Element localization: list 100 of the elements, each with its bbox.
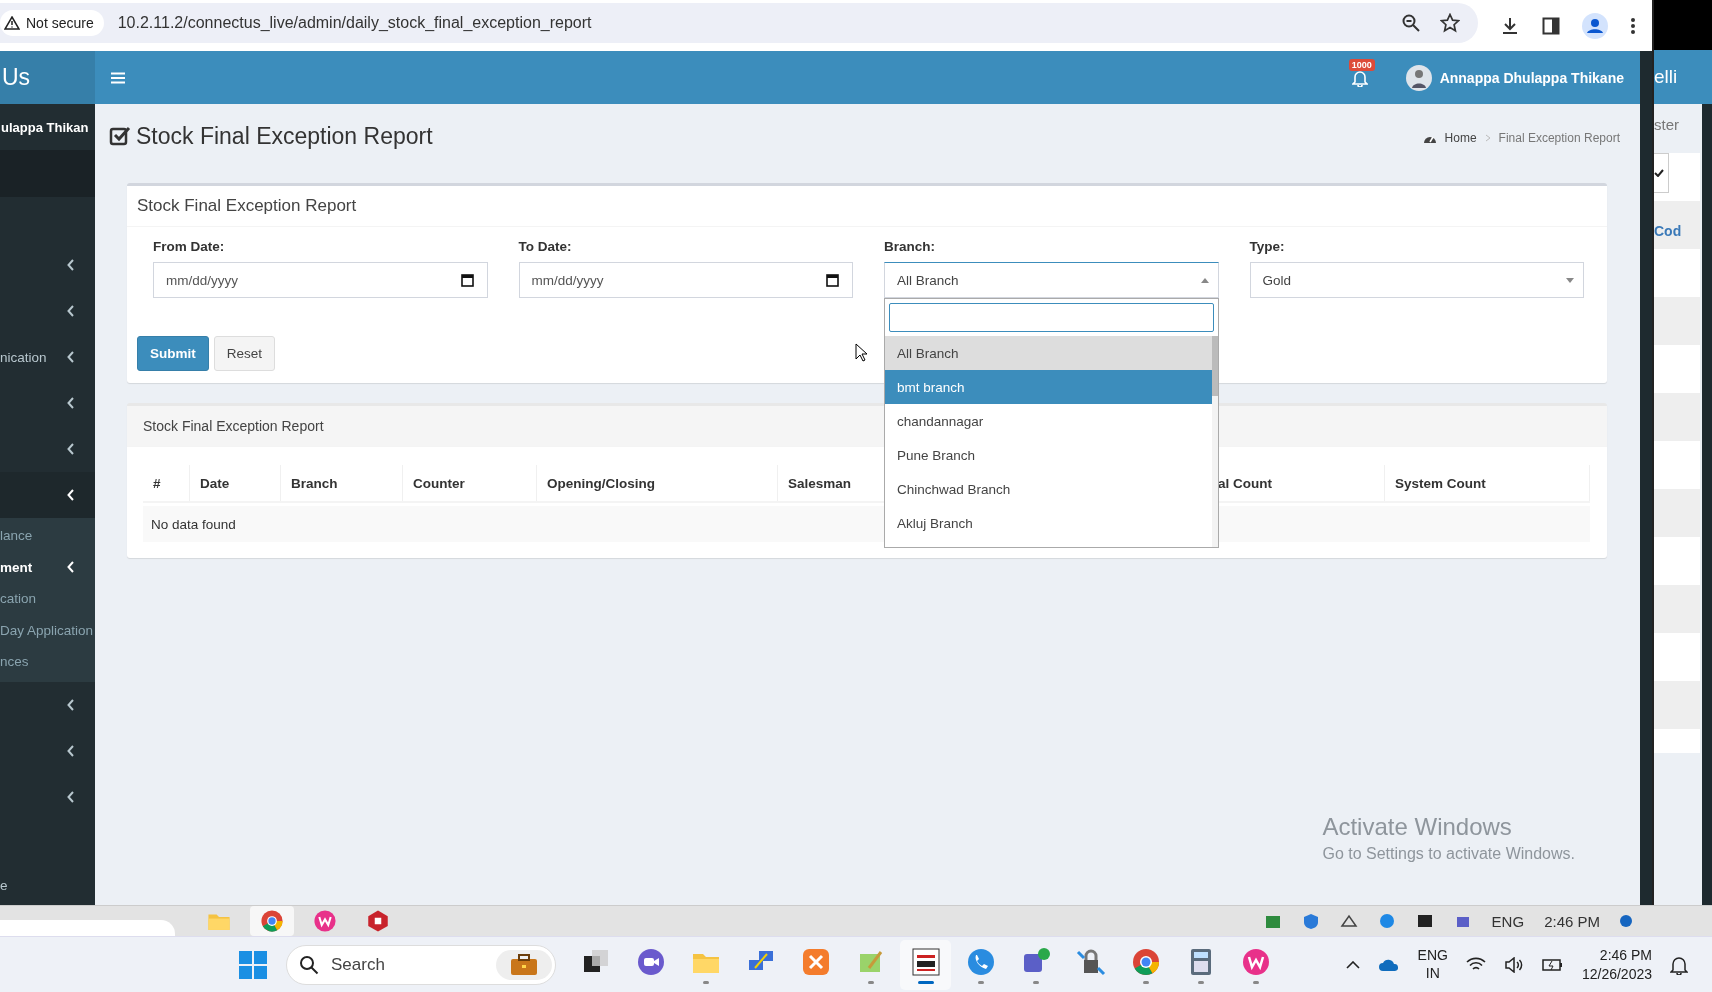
chevron-icon [67,698,75,711]
column-header: Cod [1654,223,1683,239]
chevron-icon [67,397,75,409]
submenu-item[interactable]: Day Application [0,614,95,646]
chrome-icon [259,908,285,934]
battery-icon[interactable] [1541,957,1564,972]
chevron-icon [67,489,75,501]
activation-title: Activate Windows [1322,813,1513,841]
bell-icon[interactable] [1351,68,1368,87]
language-indicator[interactable]: ENG IN [1417,947,1448,982]
volume-icon[interactable] [1503,956,1524,973]
submenu-item[interactable]: ment [0,551,95,583]
caret-icon [1200,277,1209,283]
star-icon[interactable] [1440,12,1460,33]
taskbar-button[interactable] [900,939,951,990]
clock[interactable]: 2:46 PM 12/26/2023 [1581,946,1652,983]
chevron-up-icon[interactable] [1345,960,1360,969]
security-indicator[interactable]: Not secure [0,9,104,36]
submenu-item[interactable]: cation [0,583,95,615]
shield-icon[interactable] [1301,912,1320,930]
window-header: elli [1654,50,1712,104]
column-header: Date [190,465,281,501]
page-title: Stock Final Exception Report [109,122,433,150]
dropdown-option[interactable]: bmt branch [885,370,1212,404]
vnc-icon [909,945,942,978]
briefcase-icon [510,953,538,976]
url-text: 10.2.11.2/connectus_live/admin/daily_stock_final_exception_report [117,13,593,32]
empty-message: No data found [150,516,236,532]
sidebar-item[interactable]: e [0,865,95,905]
menu-icon[interactable] [111,71,125,84]
mouse-cursor-icon [855,343,867,362]
logo[interactable]: Us [0,51,95,104]
card-title: Stock Final Exception Report [137,196,357,216]
breadcrumb-separator-icon [1484,134,1491,142]
dot-icon [1620,915,1632,927]
dropdown-option[interactable]: chandannagar [885,404,1212,438]
clock[interactable]: 2:46 PM [1544,912,1600,930]
profile-icon[interactable] [1582,12,1608,39]
more-icon[interactable] [1630,16,1636,35]
field-label: To Date: [518,239,573,254]
search-icon [299,954,319,975]
chevron-icon [67,305,75,317]
network-icon[interactable] [1339,912,1358,930]
app-icon[interactable] [1415,912,1434,930]
column-header: # [143,465,190,501]
select-field[interactable]: All Branch [884,262,1219,298]
download-icon[interactable] [1500,15,1520,36]
notification-bell-icon[interactable] [1670,954,1688,975]
avatar-icon[interactable] [1405,64,1432,91]
cloud-icon[interactable] [1377,957,1400,972]
side-panel-icon[interactable] [1542,16,1560,35]
activation-text: Go to Settings to activate Windows. [1322,845,1575,863]
submenu-item[interactable]: lance [0,520,95,552]
side-window-text: ster [1654,116,1680,133]
column-header: Branch [281,465,403,501]
dropdown-option[interactable]: Akluj Branch [885,506,1212,540]
address-bar[interactable]: Not secure 10.2.11.2/connectus_live/admin/daily_stock_final_exception_report [0,2,1478,43]
reset-button[interactable]: Reset [213,336,276,371]
select-field[interactable]: Gold [1249,262,1584,298]
field-label: From Date: [153,239,226,254]
calendar-icon[interactable] [826,273,839,287]
user-name: ulappa Thikan [0,119,89,135]
chevron-icon [67,259,75,271]
chevron-icon [67,790,75,803]
submenu-item[interactable]: nces [0,646,95,678]
column-header: Opening/Closing [537,465,778,501]
search-field[interactable] [0,920,175,936]
zoom-icon[interactable] [1402,13,1420,32]
chevron-icon [67,744,75,757]
chevron-icon [67,561,75,574]
notification-badge: 1000 [1348,58,1375,71]
scrollbar-thumb[interactable] [1211,336,1218,396]
search-field[interactable] [889,303,1214,332]
field-label: Type: [1249,239,1286,254]
sidebar-item[interactable]: nication [0,334,95,380]
dropdown-option[interactable]: All Branch [885,336,1212,370]
warning-icon [4,15,20,30]
search-field[interactable]: Search [286,944,556,985]
breadcrumb-item: Final Exception Report [1498,131,1620,145]
start-icon[interactable] [238,949,268,980]
submit-button[interactable]: Submit [137,336,209,371]
date-field[interactable]: mm/dd/yyyy [153,262,488,298]
checkbox-icon [109,125,131,147]
window-title-bar [1654,0,1712,50]
field-label: Branch: [884,239,936,254]
caret-icon [1566,277,1574,283]
language-indicator[interactable]: ENG [1491,912,1525,930]
hexagon-app-icon [365,908,391,934]
chevron-icon [67,443,75,455]
chevron-icon [67,351,75,363]
date-field[interactable]: mm/dd/yyyy [518,262,853,298]
calendar-icon[interactable] [460,273,474,287]
card-title: Stock Final Exception Report [142,418,324,434]
bluetooth-icon[interactable] [1377,912,1396,930]
column-header: Counter [403,465,537,501]
user-menu[interactable]: Annappa Dhulappa Thikane [1439,69,1624,86]
breadcrumb-item[interactable]: Home [1444,131,1477,145]
wps-icon [312,908,338,934]
column-header: System Count [1385,465,1590,501]
page-scrollbar[interactable] [1640,51,1652,905]
